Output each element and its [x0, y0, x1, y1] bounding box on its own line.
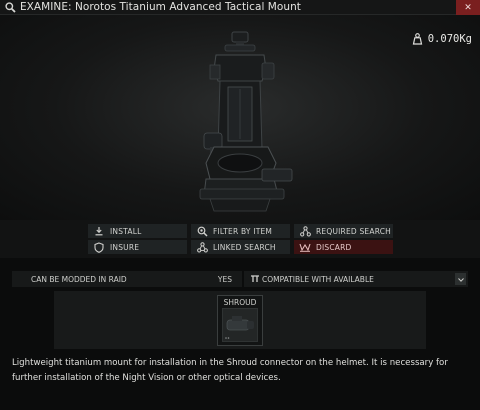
linked-search-label: LINKED SEARCH [213, 242, 276, 252]
slot-label: SHROUD [223, 298, 257, 307]
item-preview[interactable]: 0.070Kg [0, 15, 480, 220]
context-actions: INSTALL FILTER BY ITEM REQUIRED SEARCH I… [0, 220, 480, 258]
item-3d-model [199, 31, 293, 212]
filter-icon [191, 224, 213, 238]
item-description: Lightweight titanium mount for installat… [12, 358, 448, 383]
insure-label: INSURE [110, 242, 140, 252]
install-button[interactable]: INSTALL [88, 224, 187, 238]
discard-icon [294, 240, 316, 254]
slot-shroud[interactable]: SHROUD [217, 295, 263, 346]
required-search-label: REQUIRED SEARCH [316, 226, 392, 236]
close-button[interactable]: ✕ [456, 0, 480, 15]
property-label: CAN BE MODDED IN RAID [31, 274, 127, 284]
close-icon: ✕ [464, 2, 472, 13]
insure-button[interactable]: INSURE [88, 240, 187, 254]
shield-icon [88, 240, 110, 254]
required-search-button[interactable]: REQUIRED SEARCH [294, 224, 393, 238]
install-label: INSTALL [110, 226, 142, 236]
linked-search-icon [191, 240, 213, 254]
window-title: EXAMINE: Norotos Titanium Advanced Tacti… [20, 1, 301, 13]
weight-value: 0.070Kg [427, 33, 472, 45]
discard-button[interactable]: DISCARD [294, 240, 393, 254]
weight-icon [412, 33, 423, 45]
magnifier-icon [3, 0, 18, 15]
chevron-down-icon [457, 275, 464, 284]
compatibility-filter[interactable]: COMPATIBLE WITH AVAILABLE [244, 271, 468, 287]
filter-by-item-button[interactable]: FILTER BY ITEM [191, 224, 290, 238]
required-search-icon [294, 224, 316, 238]
linked-search-button[interactable]: LINKED SEARCH [191, 240, 290, 254]
weight-display: 0.070Kg [412, 33, 472, 45]
compatibility-dropdown-button[interactable] [455, 273, 466, 285]
filter-by-item-label: FILTER BY ITEM [213, 226, 273, 236]
discard-label: DISCARD [316, 242, 352, 252]
mod-slots-panel: SHROUD [54, 291, 426, 349]
slot-placeholder-icon [222, 308, 258, 342]
install-icon [88, 224, 110, 238]
compatible-icon [248, 275, 262, 283]
property-value: YES [217, 274, 232, 284]
compatibility-label: COMPATIBLE WITH AVAILABLE [262, 274, 374, 284]
window-titlebar: EXAMINE: Norotos Titanium Advanced Tacti… [0, 0, 480, 15]
property-moddable-in-raid: CAN BE MODDED IN RAID YES [12, 271, 242, 287]
